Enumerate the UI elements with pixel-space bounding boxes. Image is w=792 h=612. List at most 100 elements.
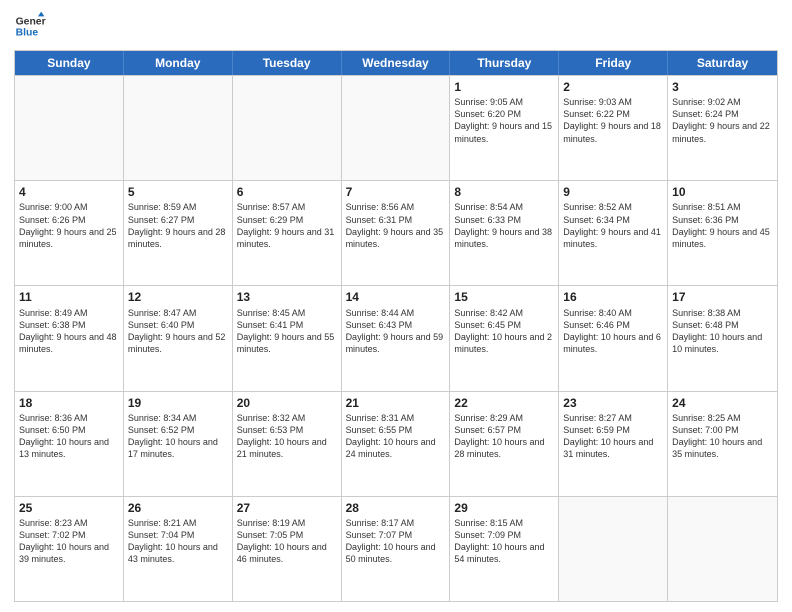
header-cell-saturday: Saturday xyxy=(668,51,777,75)
calendar-cell: 6 Sunrise: 8:57 AM Sunset: 6:29 PM Daylig… xyxy=(233,181,342,285)
calendar-row-3: 11 Sunrise: 8:49 AM Sunset: 6:38 PM Dayli… xyxy=(15,285,777,390)
svg-text:General: General xyxy=(16,16,46,27)
calendar-cell: 8 Sunrise: 8:54 AM Sunset: 6:33 PM Daylig… xyxy=(450,181,559,285)
calendar-cell: 22 Sunrise: 8:29 AM Sunset: 6:57 PM Dayli… xyxy=(450,392,559,496)
day-number: 18 xyxy=(19,395,119,411)
day-number: 1 xyxy=(454,79,554,95)
day-info: Sunrise: 8:54 AM Sunset: 6:33 PM Dayligh… xyxy=(454,202,552,248)
calendar-row-5: 25 Sunrise: 8:23 AM Sunset: 7:02 PM Dayli… xyxy=(15,496,777,601)
day-number: 6 xyxy=(237,184,337,200)
calendar-cell xyxy=(342,76,451,180)
calendar-cell: 4 Sunrise: 9:00 AM Sunset: 6:26 PM Daylig… xyxy=(15,181,124,285)
calendar-cell: 20 Sunrise: 8:32 AM Sunset: 6:53 PM Dayli… xyxy=(233,392,342,496)
day-number: 17 xyxy=(672,289,773,305)
page-header: General Blue xyxy=(14,10,778,42)
calendar-cell xyxy=(559,497,668,601)
calendar-cell: 27 Sunrise: 8:19 AM Sunset: 7:05 PM Dayli… xyxy=(233,497,342,601)
day-number: 16 xyxy=(563,289,663,305)
calendar-cell: 9Sunrise: 8:52 AM Sunset: 6:34 PM Daylig… xyxy=(559,181,668,285)
day-number: 7 xyxy=(346,184,446,200)
day-info: Sunrise: 8:52 AM Sunset: 6:34 PM Dayligh… xyxy=(563,202,661,248)
day-number: 3 xyxy=(672,79,773,95)
calendar-row-1: 1 Sunrise: 9:05 AM Sunset: 6:20 PM Daylig… xyxy=(15,75,777,180)
calendar-body: 1 Sunrise: 9:05 AM Sunset: 6:20 PM Daylig… xyxy=(15,75,777,601)
day-info: Sunrise: 8:47 AM Sunset: 6:40 PM Dayligh… xyxy=(128,308,226,354)
day-info: Sunrise: 8:36 AM Sunset: 6:50 PM Dayligh… xyxy=(19,413,109,459)
calendar-cell: 14Sunrise: 8:44 AM Sunset: 6:43 PM Dayli… xyxy=(342,286,451,390)
day-info: Sunrise: 8:51 AM Sunset: 6:36 PM Dayligh… xyxy=(672,202,770,248)
day-info: Sunrise: 8:44 AM Sunset: 6:43 PM Dayligh… xyxy=(346,308,444,354)
day-info: Sunrise: 9:02 AM Sunset: 6:24 PM Dayligh… xyxy=(672,97,770,143)
day-info: Sunrise: 8:19 AM Sunset: 7:05 PM Dayligh… xyxy=(237,518,327,564)
day-info: Sunrise: 8:49 AM Sunset: 6:38 PM Dayligh… xyxy=(19,308,117,354)
day-info: Sunrise: 8:29 AM Sunset: 6:57 PM Dayligh… xyxy=(454,413,544,459)
day-info: Sunrise: 8:17 AM Sunset: 7:07 PM Dayligh… xyxy=(346,518,436,564)
calendar-cell: 3 Sunrise: 9:02 AM Sunset: 6:24 PM Daylig… xyxy=(668,76,777,180)
calendar-cell: 7 Sunrise: 8:56 AM Sunset: 6:31 PM Daylig… xyxy=(342,181,451,285)
calendar-cell: 25 Sunrise: 8:23 AM Sunset: 7:02 PM Dayli… xyxy=(15,497,124,601)
calendar-cell: 19 Sunrise: 8:34 AM Sunset: 6:52 PM Dayli… xyxy=(124,392,233,496)
calendar-cell: 24 Sunrise: 8:25 AM Sunset: 7:00 PM Dayli… xyxy=(668,392,777,496)
calendar-cell xyxy=(15,76,124,180)
calendar-cell: 23Sunrise: 8:27 AM Sunset: 6:59 PM Dayli… xyxy=(559,392,668,496)
day-number: 15 xyxy=(454,289,554,305)
day-info: Sunrise: 9:00 AM Sunset: 6:26 PM Dayligh… xyxy=(19,202,117,248)
calendar-row-4: 18 Sunrise: 8:36 AM Sunset: 6:50 PM Dayli… xyxy=(15,391,777,496)
day-info: Sunrise: 8:23 AM Sunset: 7:02 PM Dayligh… xyxy=(19,518,109,564)
calendar-cell: 11 Sunrise: 8:49 AM Sunset: 6:38 PM Dayli… xyxy=(15,286,124,390)
day-number: 29 xyxy=(454,500,554,516)
day-number: 19 xyxy=(128,395,228,411)
calendar-cell: 16 Sunrise: 8:40 AM Sunset: 6:46 PM Dayli… xyxy=(559,286,668,390)
day-info: Sunrise: 8:21 AM Sunset: 7:04 PM Dayligh… xyxy=(128,518,218,564)
day-number: 25 xyxy=(19,500,119,516)
calendar-cell: 13Sunrise: 8:45 AM Sunset: 6:41 PM Dayli… xyxy=(233,286,342,390)
header-cell-tuesday: Tuesday xyxy=(233,51,342,75)
header-cell-friday: Friday xyxy=(559,51,668,75)
day-info: Sunrise: 9:05 AM Sunset: 6:20 PM Dayligh… xyxy=(454,97,552,143)
day-number: 11 xyxy=(19,289,119,305)
calendar-cell xyxy=(668,497,777,601)
calendar-header: SundayMondayTuesdayWednesdayThursdayFrid… xyxy=(15,51,777,75)
svg-text:Blue: Blue xyxy=(16,28,39,39)
header-cell-wednesday: Wednesday xyxy=(342,51,451,75)
calendar-cell: 10 Sunrise: 8:51 AM Sunset: 6:36 PM Dayli… xyxy=(668,181,777,285)
day-number: 5 xyxy=(128,184,228,200)
day-number: 12 xyxy=(128,289,228,305)
calendar-cell xyxy=(124,76,233,180)
calendar-cell: 1 Sunrise: 9:05 AM Sunset: 6:20 PM Daylig… xyxy=(450,76,559,180)
day-info: Sunrise: 8:38 AM Sunset: 6:48 PM Dayligh… xyxy=(672,308,762,354)
logo: General Blue xyxy=(14,10,50,42)
day-number: 4 xyxy=(19,184,119,200)
day-info: Sunrise: 8:40 AM Sunset: 6:46 PM Dayligh… xyxy=(563,308,661,354)
day-info: Sunrise: 8:15 AM Sunset: 7:09 PM Dayligh… xyxy=(454,518,544,564)
day-number: 23 xyxy=(563,395,663,411)
day-info: Sunrise: 8:57 AM Sunset: 6:29 PM Dayligh… xyxy=(237,202,335,248)
day-info: Sunrise: 8:31 AM Sunset: 6:55 PM Dayligh… xyxy=(346,413,436,459)
day-number: 10 xyxy=(672,184,773,200)
calendar-cell: 2Sunrise: 9:03 AM Sunset: 6:22 PM Daylig… xyxy=(559,76,668,180)
day-number: 24 xyxy=(672,395,773,411)
header-cell-sunday: Sunday xyxy=(15,51,124,75)
calendar-cell: 17 Sunrise: 8:38 AM Sunset: 6:48 PM Dayli… xyxy=(668,286,777,390)
day-info: Sunrise: 8:32 AM Sunset: 6:53 PM Dayligh… xyxy=(237,413,327,459)
day-info: Sunrise: 8:59 AM Sunset: 6:27 PM Dayligh… xyxy=(128,202,226,248)
day-info: Sunrise: 8:56 AM Sunset: 6:31 PM Dayligh… xyxy=(346,202,444,248)
day-number: 22 xyxy=(454,395,554,411)
calendar-cell: 5 Sunrise: 8:59 AM Sunset: 6:27 PM Daylig… xyxy=(124,181,233,285)
calendar-cell: 26Sunrise: 8:21 AM Sunset: 7:04 PM Dayli… xyxy=(124,497,233,601)
day-number: 2 xyxy=(563,79,663,95)
day-info: Sunrise: 8:25 AM Sunset: 7:00 PM Dayligh… xyxy=(672,413,762,459)
logo-icon: General Blue xyxy=(14,10,46,42)
day-number: 28 xyxy=(346,500,446,516)
calendar-cell: 15 Sunrise: 8:42 AM Sunset: 6:45 PM Dayli… xyxy=(450,286,559,390)
day-info: Sunrise: 8:42 AM Sunset: 6:45 PM Dayligh… xyxy=(454,308,552,354)
header-cell-thursday: Thursday xyxy=(450,51,559,75)
day-info: Sunrise: 8:34 AM Sunset: 6:52 PM Dayligh… xyxy=(128,413,218,459)
calendar-cell: 21Sunrise: 8:31 AM Sunset: 6:55 PM Dayli… xyxy=(342,392,451,496)
calendar-cell xyxy=(233,76,342,180)
day-number: 20 xyxy=(237,395,337,411)
day-number: 8 xyxy=(454,184,554,200)
day-info: Sunrise: 8:45 AM Sunset: 6:41 PM Dayligh… xyxy=(237,308,335,354)
day-number: 27 xyxy=(237,500,337,516)
calendar: SundayMondayTuesdayWednesdayThursdayFrid… xyxy=(14,50,778,602)
